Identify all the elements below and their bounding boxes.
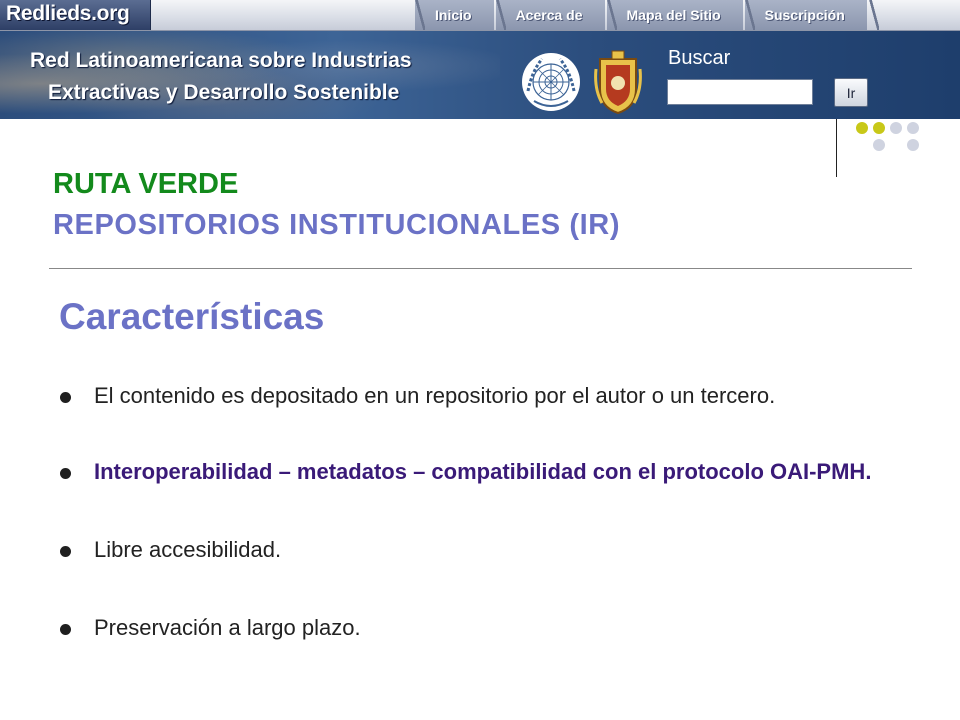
- site-logo-text: Redlieds.org: [6, 2, 130, 25]
- bullet-text: El contenido es depositado en un reposit…: [94, 383, 776, 408]
- nav-tabs: Inicio Acerca de Mapa del Sitio Suscripc…: [415, 0, 929, 30]
- bullet-dot-icon: [60, 392, 71, 403]
- bullet-text: Interoperabilidad – metadatos – compatib…: [94, 459, 872, 484]
- section-heading: Características: [59, 296, 325, 337]
- search-go-button[interactable]: Ir: [834, 78, 868, 107]
- nav-tab-mapa-del-sitio[interactable]: Mapa del Sitio: [606, 0, 743, 30]
- title-divider: [49, 268, 912, 269]
- bullet-item: Interoperabilidad – metadatos – compatib…: [56, 457, 896, 487]
- banner-title-line1: Red Latinoamericana sobre Industrias: [30, 49, 412, 72]
- nav-tab-divider: [868, 0, 929, 30]
- banner-photo-collage: [0, 31, 500, 119]
- slide-subtitle: REPOSITORIOS INSTITUCIONALES (IR): [53, 209, 621, 241]
- banner-title-line2: Extractivas y Desarrollo Sostenible: [48, 81, 400, 104]
- crest-icon: [594, 50, 642, 115]
- bullet-dot-icon: [60, 468, 71, 479]
- bullet-item: Preservación a largo plazo.: [56, 613, 896, 643]
- search-label: Buscar: [668, 47, 731, 69]
- search-input[interactable]: [667, 79, 813, 105]
- nav-tab-inicio[interactable]: Inicio: [415, 0, 494, 30]
- bullet-dot-icon: [60, 546, 71, 557]
- header-banner: Red Latinoamericana sobre Industrias Ext…: [0, 31, 960, 119]
- site-logo[interactable]: Redlieds.org: [0, 0, 151, 30]
- nav-tab-acerca-de[interactable]: Acerca de: [495, 0, 605, 30]
- un-emblem-icon: [522, 53, 580, 111]
- top-nav-bar: Redlieds.org Inicio Acerca de Mapa del S…: [0, 0, 960, 31]
- bullet-dot-icon: [60, 624, 71, 635]
- bullet-item: El contenido es depositado en un reposit…: [56, 381, 896, 411]
- nav-tab-suscripcion[interactable]: Suscripción: [744, 0, 867, 30]
- decorative-dots-icon: [856, 122, 919, 151]
- decorative-vertical-line: [836, 119, 837, 177]
- bullet-text: Libre accesibilidad.: [94, 537, 282, 562]
- slide-title: RUTA VERDE: [53, 168, 239, 200]
- bullet-item: Libre accesibilidad.: [56, 535, 896, 565]
- bullet-text: Preservación a largo plazo.: [94, 615, 361, 640]
- bullet-list: El contenido es depositado en un reposit…: [56, 381, 896, 643]
